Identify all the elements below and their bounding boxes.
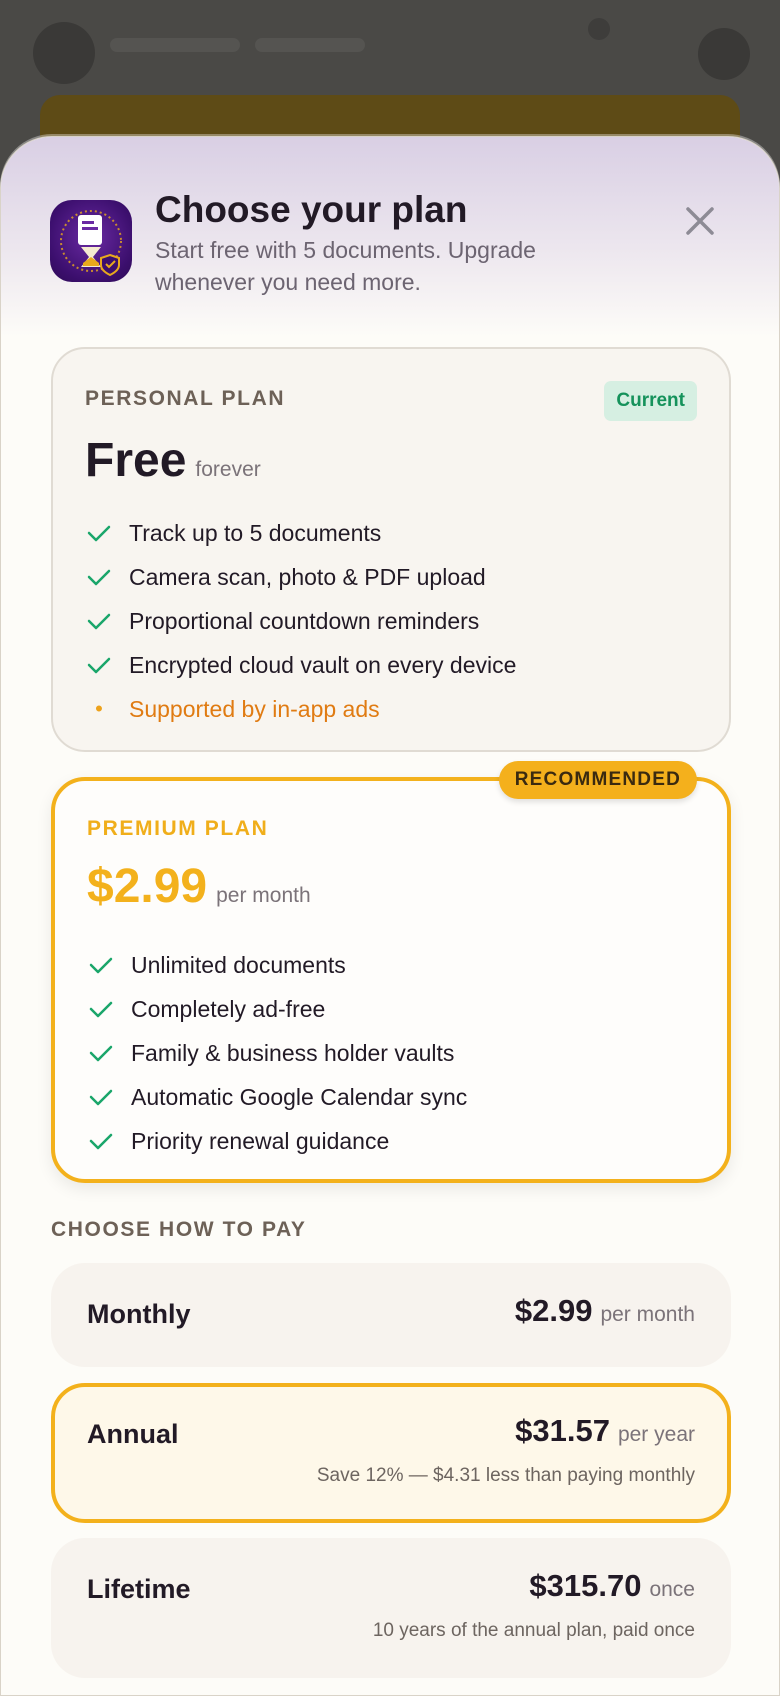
payment-option-price: $315.70 once [529,1568,695,1604]
payment-option-note: Save 12% — $4.31 less than paying monthl… [316,1465,695,1486]
premium-plan-price-value: $2.99 [87,860,208,913]
payment-option-amount: $31.57 [515,1413,610,1448]
app-logo-icon [50,200,132,282]
feature-item: Proportional countdown reminders [85,599,516,643]
background-profile-avatar [698,28,750,80]
feature-text: Proportional countdown reminders [129,607,480,634]
payment-option-amount: $2.99 [514,1293,593,1328]
feature-item: Unlimited documents [87,943,467,987]
payment-option-price: $31.57 per year [515,1413,695,1449]
bullet-icon: • [95,696,103,721]
check-icon [87,657,111,674]
check-icon [89,1089,113,1106]
feature-text: Automatic Google Calendar sync [131,1083,468,1110]
background-notification-badge [588,18,610,40]
feature-text: Family & business holder vaults [131,1039,455,1066]
feature-item: Camera scan, photo & PDF upload [85,555,516,599]
feature-item: Track up to 5 documents [85,511,516,555]
page-subtitle: Start free with 5 documents. Upgrade whe… [155,237,536,295]
feature-text: Priority renewal guidance [131,1127,390,1154]
check-icon [89,1133,113,1150]
close-button[interactable] [676,197,724,245]
feature-text: Encrypted cloud vault on every device [129,651,517,678]
background-avatar [33,22,95,84]
payment-option-name: Annual [87,1419,179,1449]
check-icon [89,957,113,974]
free-plan-price-unit: forever [195,458,261,481]
feature-text: Completely ad-free [131,995,326,1022]
ad-note-text: Supported by in-app ads [129,695,380,722]
page-title: Choose your plan [155,189,468,230]
ad-note-item: • Supported by in-app ads [85,687,516,731]
payment-option-unit: per month [600,1303,695,1326]
background-subtitle-bar [255,38,365,52]
payment-option-lifetime[interactable]: Lifetime $315.70 once 10 years of the an… [51,1538,731,1678]
payment-option-note: 10 years of the annual plan, paid once [372,1620,695,1641]
premium-plan-price-unit: per month [216,884,311,907]
premium-plan-card[interactable]: RECOMMENDED PREMIUM PLAN $2.99 per month… [51,761,731,1183]
plan-sheet: Choose your plan Start free with 5 docum… [0,136,780,1696]
premium-plan-label: PREMIUM PLAN [87,817,269,840]
current-plan-badge: Current [604,381,697,421]
background-title-bar [110,38,240,52]
payment-option-name: Lifetime [87,1574,191,1604]
payment-heading: CHOOSE HOW TO PAY [51,1218,307,1241]
free-plan-features: Track up to 5 documents Camera scan, pho… [85,511,516,731]
free-plan-price: Free forever [85,433,261,488]
feature-text: Track up to 5 documents [129,519,382,546]
feature-item: Priority renewal guidance [87,1119,467,1163]
payment-option-unit: once [649,1578,695,1601]
feature-item: Completely ad-free [87,987,467,1031]
free-plan-price-value: Free [85,434,187,487]
premium-plan-price: $2.99 per month [87,859,311,914]
close-icon [686,207,714,235]
payment-option-monthly[interactable]: Monthly $2.99 per month [51,1263,731,1367]
payment-option-name: Monthly [87,1299,191,1329]
payment-option-annual[interactable]: Annual $31.57 per year Save 12% — $4.31 … [51,1383,731,1523]
payment-option-price: $2.99 per month [515,1293,695,1329]
premium-plan-features: Unlimited documents Completely ad-free F… [87,943,467,1163]
feature-text: Unlimited documents [131,951,346,978]
check-icon [87,525,111,542]
check-icon [87,569,111,586]
feature-item: Encrypted cloud vault on every device [85,643,516,687]
check-icon [89,1001,113,1018]
free-plan-label: PERSONAL PLAN [85,387,286,410]
recommended-badge: RECOMMENDED [498,761,697,799]
feature-text: Camera scan, photo & PDF upload [129,563,486,590]
free-plan-card[interactable]: PERSONAL PLAN Current Free forever Track… [51,347,731,752]
check-icon [89,1045,113,1062]
check-icon [87,613,111,630]
payment-option-amount: $315.70 [529,1568,642,1603]
payment-option-unit: per year [617,1423,695,1446]
feature-item: Automatic Google Calendar sync [87,1075,467,1119]
feature-item: Family & business holder vaults [87,1031,467,1075]
